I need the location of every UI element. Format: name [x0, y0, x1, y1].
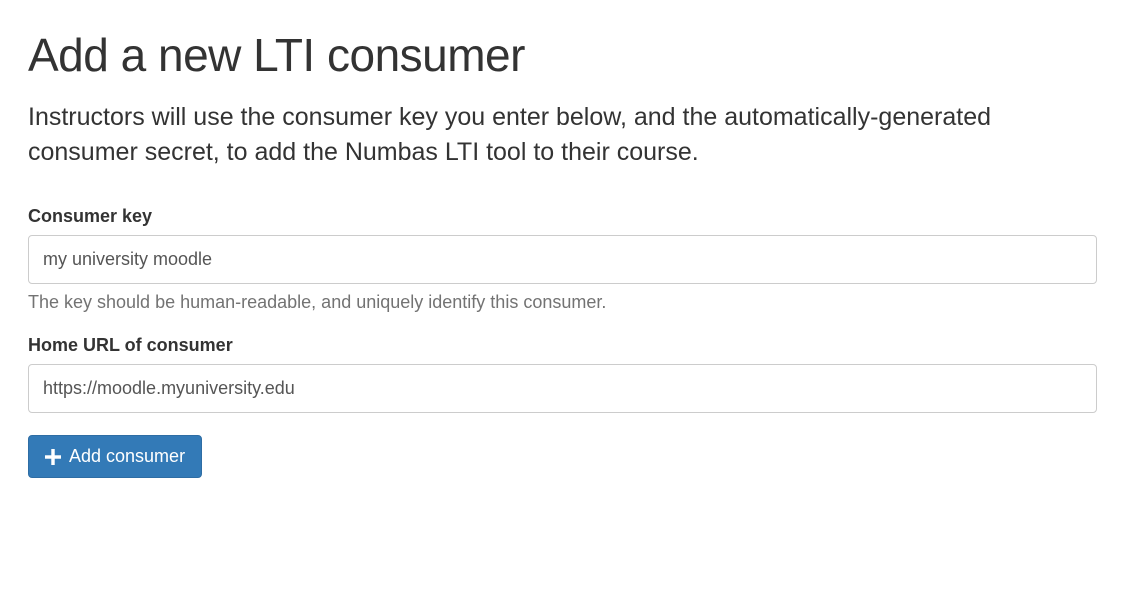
- home-url-group: Home URL of consumer: [28, 335, 1097, 413]
- home-url-label: Home URL of consumer: [28, 335, 1097, 356]
- consumer-key-help: The key should be human-readable, and un…: [28, 292, 1097, 313]
- consumer-key-label: Consumer key: [28, 206, 1097, 227]
- add-consumer-label: Add consumer: [69, 446, 185, 467]
- consumer-key-group: Consumer key The key should be human-rea…: [28, 206, 1097, 313]
- plus-icon: [45, 449, 61, 465]
- consumer-key-input[interactable]: [28, 235, 1097, 284]
- home-url-input[interactable]: [28, 364, 1097, 413]
- add-consumer-button[interactable]: Add consumer: [28, 435, 202, 478]
- page-lead: Instructors will use the consumer key yo…: [28, 100, 1097, 170]
- page-title: Add a new LTI consumer: [28, 28, 1097, 82]
